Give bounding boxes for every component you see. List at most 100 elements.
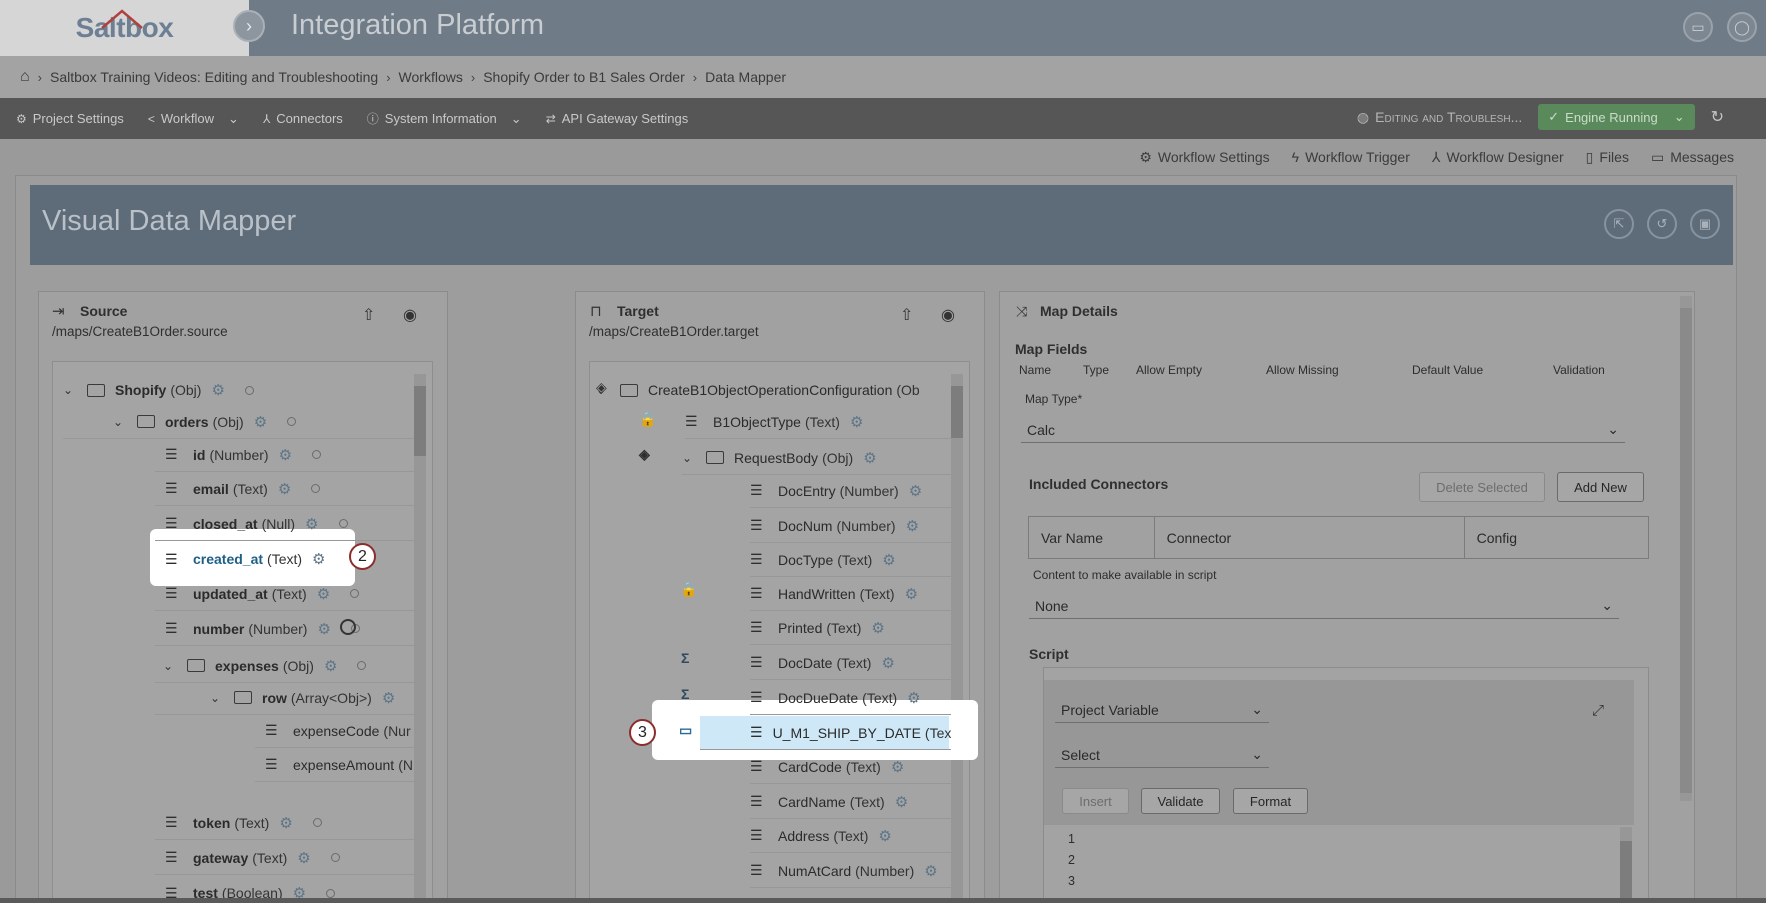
- gear-icon[interactable]: ⚙: [850, 413, 863, 431]
- format-button[interactable]: Format: [1233, 788, 1308, 814]
- radio-icon[interactable]: [312, 818, 322, 827]
- eye-icon[interactable]: ◉: [941, 305, 955, 325]
- system-information-menu[interactable]: ⓘ System Information ⌄: [367, 110, 522, 127]
- chevron-down-icon[interactable]: ⌄: [682, 451, 694, 465]
- target-tree-row[interactable]: ☰ DocNum (Number) ⚙: [750, 509, 951, 543]
- map-details-scrollbar[interactable]: [1680, 296, 1692, 801]
- gear-icon[interactable]: ⚙: [907, 689, 920, 707]
- source-tree-row[interactable]: ⌄ row (Array<Obj>) ⚙: [155, 681, 414, 715]
- breadcrumb-item[interactable]: Workflows: [399, 69, 463, 85]
- files-link[interactable]: ▯ Files: [1586, 149, 1629, 166]
- breadcrumb-item[interactable]: Saltbox Training Videos: Editing and Tro…: [50, 69, 378, 85]
- target-tree-row[interactable]: ☰ Printed (Text) ⚙: [750, 611, 951, 645]
- target-tree-row[interactable]: ☰ CardName (Text) ⚙: [750, 785, 951, 819]
- target-tree-row[interactable]: ☰ DocDate (Text) ⚙: [750, 646, 951, 680]
- radio-icon[interactable]: [357, 661, 367, 670]
- radio-icon[interactable]: [350, 589, 360, 598]
- gear-icon[interactable]: ⚙: [254, 413, 267, 431]
- gear-icon[interactable]: ⚙: [871, 619, 884, 637]
- gear-icon[interactable]: ⚙: [881, 654, 894, 672]
- gear-icon[interactable]: ⚙: [891, 758, 904, 776]
- gear-icon[interactable]: ⚙: [317, 620, 330, 638]
- target-tree-row[interactable]: ⌄ RequestBody (Obj) ⚙: [682, 441, 951, 475]
- chevron-down-icon[interactable]: ⌄: [163, 659, 175, 673]
- target-tree-row[interactable]: ☰ U_M1_SHIP_BY_DATE (Tex: [700, 716, 951, 750]
- gear-icon[interactable]: ⚙: [382, 689, 395, 707]
- target-scroll-thumb[interactable]: [951, 386, 963, 438]
- source-tree-row[interactable]: ☰ created_at (Text) ⚙: [155, 542, 355, 576]
- insert-button[interactable]: Insert: [1062, 788, 1129, 814]
- target-tree-row[interactable]: ☰ Address (Text) ⚙: [750, 819, 951, 853]
- target-tree-row[interactable]: ☰ DocEntry (Number) ⚙: [750, 474, 951, 508]
- lock-icon[interactable]: 🔒: [639, 411, 656, 428]
- radio-icon[interactable]: [326, 888, 336, 898]
- eye-icon[interactable]: ◉: [403, 305, 417, 325]
- radio-icon[interactable]: [311, 484, 321, 493]
- target-tree-row[interactable]: ☰ B1ObjectType (Text) ⚙: [685, 405, 951, 439]
- gear-icon[interactable]: ⚙: [909, 482, 922, 500]
- lock-icon[interactable]: 🔒: [680, 581, 697, 598]
- select-dropdown[interactable]: Select ⌄: [1055, 742, 1269, 768]
- breadcrumb-item[interactable]: Shopify Order to B1 Sales Order: [483, 69, 685, 85]
- source-scrollbar[interactable]: [414, 374, 426, 903]
- content-select[interactable]: None ⌄: [1029, 593, 1619, 619]
- map-details-scroll-thumb[interactable]: [1680, 308, 1692, 793]
- source-tree-row[interactable]: ⌄ orders (Obj) ⚙: [63, 405, 414, 439]
- workflow-settings-link[interactable]: ⚙ Workflow Settings: [1139, 149, 1269, 166]
- save-icon[interactable]: ▣: [1690, 209, 1720, 239]
- project-name[interactable]: ◍ Editing and Troublesh...: [1357, 109, 1522, 126]
- api-gateway-menu[interactable]: ⇄ API Gateway Settings: [546, 111, 689, 126]
- source-tree-row[interactable]: ☰ token (Text) ⚙: [155, 806, 414, 840]
- history-icon[interactable]: ↺: [1647, 209, 1677, 239]
- code-scroll-thumb[interactable]: [1620, 841, 1632, 903]
- source-scroll-thumb[interactable]: [414, 386, 426, 456]
- monitor-icon[interactable]: ▭: [679, 722, 692, 739]
- expand-icon[interactable]: ⤢: [1592, 702, 1604, 719]
- gear-icon[interactable]: ⚙: [906, 517, 919, 535]
- code-scrollbar[interactable]: [1620, 827, 1632, 903]
- gear-icon[interactable]: ⚙: [878, 827, 891, 845]
- chevron-down-icon[interactable]: ⌄: [63, 383, 75, 397]
- project-variable-select[interactable]: Project Variable ⌄: [1055, 697, 1269, 723]
- project-settings-menu[interactable]: ⚙ Project Settings: [16, 111, 124, 126]
- script-code-area[interactable]: [1045, 827, 1633, 903]
- messages-link[interactable]: ▭ Messages: [1651, 149, 1734, 166]
- delete-selected-button[interactable]: Delete Selected: [1419, 472, 1545, 502]
- target-scrollbar[interactable]: [951, 374, 963, 903]
- gear-icon[interactable]: ⚙: [312, 550, 325, 568]
- chevron-down-icon[interactable]: ⌄: [113, 415, 125, 429]
- engine-status-button[interactable]: ✓ Engine Running ⌄: [1538, 104, 1695, 130]
- workflow-menu[interactable]: < Workflow ⌄: [148, 111, 239, 127]
- source-tree-row[interactable]: ⌄ expenses (Obj) ⚙: [155, 649, 414, 683]
- user-icon[interactable]: ◯: [1727, 12, 1757, 42]
- logo[interactable]: Saltbox: [0, 0, 249, 56]
- radio-icon[interactable]: [330, 853, 340, 862]
- gear-icon[interactable]: ⚙: [324, 657, 337, 675]
- map-type-select[interactable]: Calc ⌄: [1021, 417, 1625, 443]
- gear-icon[interactable]: ⚙: [211, 381, 224, 399]
- source-tree-row[interactable]: ☰ closed_at (Null) ⚙: [155, 507, 414, 541]
- gear-icon[interactable]: ⚙: [895, 793, 908, 811]
- briefcase-icon[interactable]: ▭: [1683, 12, 1713, 42]
- target-tree-row[interactable]: ☰ HandWritten (Text) ⚙: [750, 577, 951, 611]
- source-tree-row[interactable]: ☰ id (Number) ⚙: [155, 438, 414, 472]
- gear-icon[interactable]: ⚙: [305, 515, 318, 533]
- radio-icon[interactable]: [244, 385, 254, 395]
- upload-icon[interactable]: ⇧: [362, 305, 375, 325]
- source-tree-row[interactable]: ☰ number (Number) ⚙: [155, 612, 414, 646]
- target-tree-row[interactable]: ☰ NumAtCard (Number) ⚙: [750, 854, 951, 888]
- nav-toggle-button[interactable]: ›: [233, 10, 265, 42]
- add-new-button[interactable]: Add New: [1557, 472, 1644, 502]
- gear-icon[interactable]: ⚙: [882, 551, 895, 569]
- radio-icon[interactable]: [338, 519, 348, 528]
- gear-icon[interactable]: ⚙: [279, 814, 292, 832]
- target-tree-row[interactable]: ☰ DocDueDate (Text) ⚙: [750, 681, 951, 715]
- gear-icon[interactable]: ⚙: [863, 449, 876, 467]
- source-tree-row[interactable]: ☰ updated_at (Text) ⚙: [155, 577, 414, 611]
- sigma-icon[interactable]: Σ: [681, 650, 689, 666]
- radio-icon[interactable]: [287, 417, 297, 426]
- layers-icon[interactable]: ◈: [639, 446, 650, 463]
- target-tree-row[interactable]: ⌄ CreateB1ObjectOperationConfiguration (Ob: [596, 373, 951, 407]
- source-tree-row[interactable]: ☰ email (Text) ⚙: [155, 472, 414, 506]
- source-tree-row[interactable]: ⌄ Shopify (Obj) ⚙: [63, 373, 414, 407]
